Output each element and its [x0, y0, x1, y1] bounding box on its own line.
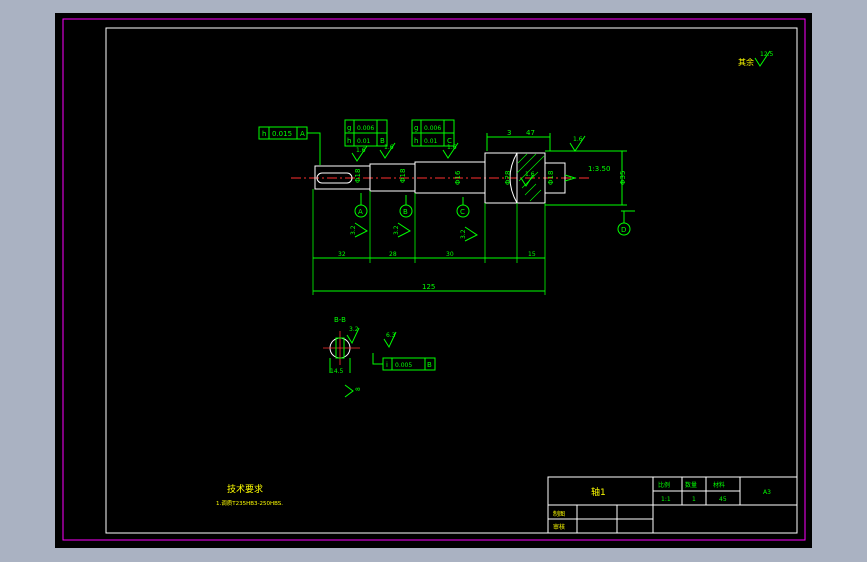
svg-text:30: 30 — [446, 251, 454, 258]
outer-border — [62, 18, 806, 541]
inner-border — [105, 27, 798, 534]
svg-text:6.3: 6.3 — [386, 332, 396, 339]
material-value: 45 — [719, 496, 727, 503]
svg-text:数量: 数量 — [685, 481, 697, 489]
default-roughness-label: 其余 — [738, 57, 754, 67]
svg-text:1.6: 1.6 — [447, 144, 457, 151]
svg-text:制图: 制图 — [553, 510, 565, 518]
svg-text:14.5: 14.5 — [330, 368, 344, 375]
tech-requirements: 技术要求 1.调质T235HB3-250HBS. — [216, 483, 283, 507]
svg-text:47: 47 — [526, 129, 535, 137]
default-roughness-value: 12.5 — [760, 51, 774, 58]
svg-text:3.2: 3.2 — [460, 229, 467, 239]
tech-req-line1: 1.调质T235HB3-250HBS. — [216, 499, 283, 507]
svg-text:D: D — [621, 226, 626, 234]
svg-text:B: B — [427, 361, 432, 369]
tolerance-frame-right: g 0.006 h 0.01 C — [411, 119, 455, 147]
svg-text:g: g — [414, 124, 418, 132]
svg-text:3.2: 3.2 — [349, 326, 359, 333]
drawing-canvas[interactable]: 其余 12.5 h 0.015 A g 0.006 h 0.01 B g 0.0… — [55, 13, 812, 548]
section-tolerance-frame: i 0.005 B — [372, 353, 436, 371]
scale-value: 1:1 — [661, 496, 671, 503]
tech-req-title: 技术要求 — [227, 483, 263, 495]
section-view: B-B 3.2 6.3 i 0.005 B 14.5 8 — [323, 316, 436, 398]
svg-text:Φ18: Φ18 — [399, 169, 407, 183]
svg-text:8: 8 — [355, 387, 362, 391]
svg-text:h: h — [414, 137, 418, 145]
svg-text:材料: 材料 — [713, 481, 725, 489]
diameter-labels: Φ18 Φ18 Φ16 Φ28 Φ18 Φ35 — [354, 169, 627, 185]
svg-text:1.6: 1.6 — [573, 136, 583, 143]
svg-text:0.005: 0.005 — [395, 362, 412, 369]
svg-text:28: 28 — [389, 251, 397, 258]
taper-label: 1:3.50 — [588, 165, 610, 173]
svg-text:1.6: 1.6 — [356, 147, 366, 154]
svg-text:A: A — [300, 130, 305, 138]
tolerance-frame-mid: g 0.006 h 0.01 B — [344, 119, 388, 147]
vertical-roughness: 3.2 3.2 3.2 — [350, 222, 478, 242]
total-length: 125 — [422, 283, 435, 291]
svg-text:审核: 审核 — [553, 523, 565, 531]
shaft-drawing: h 0.015 A g 0.006 h 0.01 B g 0.006 h 0.0… — [258, 119, 635, 295]
svg-text:比例: 比例 — [658, 481, 670, 489]
svg-text:Φ35: Φ35 — [619, 171, 627, 185]
svg-text:1.6: 1.6 — [525, 171, 535, 178]
svg-text:Φ16: Φ16 — [454, 170, 462, 185]
svg-text:0.006: 0.006 — [424, 125, 441, 132]
svg-text:32: 32 — [338, 251, 346, 258]
tolerance-frame-left: h 0.015 A — [258, 126, 321, 165]
svg-text:C: C — [460, 208, 465, 216]
svg-text:h: h — [262, 130, 266, 138]
svg-text:0.01: 0.01 — [424, 138, 438, 145]
svg-text:g: g — [347, 124, 351, 132]
svg-text:h: h — [347, 137, 351, 145]
sheet-value: A3 — [763, 489, 771, 496]
section-label: B-B — [334, 316, 346, 324]
default-roughness: 其余 12.5 — [738, 50, 774, 67]
svg-text:1.6: 1.6 — [384, 144, 394, 151]
svg-text:3.2: 3.2 — [350, 225, 357, 235]
svg-text:A: A — [358, 208, 363, 216]
svg-text:0.015: 0.015 — [272, 130, 292, 138]
qty-value: 1 — [692, 496, 696, 503]
title-block: 轴1 比例 数量 材料 1:1 1 45 A3 制图 审核 — [547, 476, 798, 534]
cad-viewport[interactable]: 其余 12.5 h 0.015 A g 0.006 h 0.01 B g 0.0… — [55, 13, 812, 548]
svg-text:0.006: 0.006 — [357, 125, 374, 132]
svg-text:Φ28: Φ28 — [504, 171, 512, 185]
svg-text:Φ18: Φ18 — [354, 169, 362, 183]
svg-text:15: 15 — [528, 251, 536, 258]
svg-text:3.2: 3.2 — [393, 225, 400, 235]
svg-text:Φ18: Φ18 — [547, 171, 555, 185]
part-name: 轴1 — [591, 486, 606, 498]
svg-text:3: 3 — [507, 129, 511, 137]
svg-text:0.01: 0.01 — [357, 138, 371, 145]
svg-text:i: i — [386, 361, 388, 369]
svg-text:B: B — [403, 208, 408, 216]
